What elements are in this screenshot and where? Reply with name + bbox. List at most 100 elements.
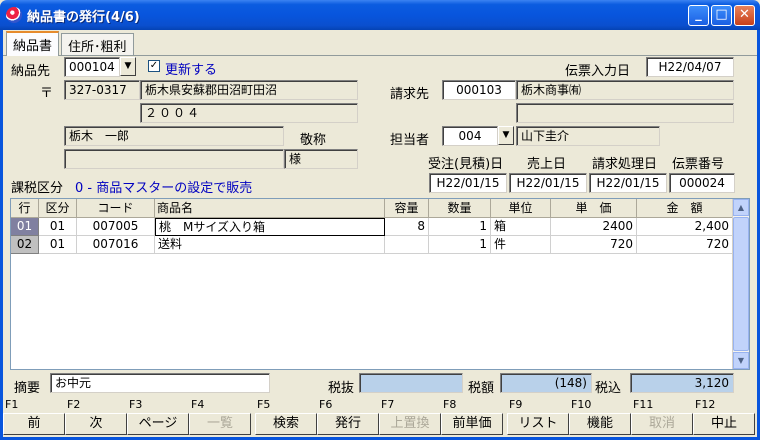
cell-kubun[interactable]: 01 [39, 236, 77, 254]
cell-qty[interactable]: 1 [429, 218, 491, 236]
fkey-cancel-button[interactable]: 取消 [631, 413, 693, 435]
sales-date-label: 売上日 [527, 157, 567, 172]
cell-price[interactable]: 720 [551, 236, 637, 254]
fkey-label: F12 [695, 398, 716, 411]
cell-unit[interactable]: 箱 [491, 218, 551, 236]
slip-no-label: 伝票番号 [672, 157, 725, 172]
billing-name2-field[interactable] [516, 103, 734, 123]
staff-dropdown-button[interactable]: ▼ [498, 126, 514, 145]
customer-extra-field[interactable] [64, 149, 284, 169]
scroll-down-button[interactable]: ▼ [733, 352, 749, 369]
customer-label: 納品先 [11, 64, 51, 79]
col-header-code[interactable]: コード [77, 199, 155, 218]
honorific-field[interactable]: 様 [284, 149, 358, 169]
pretax-label: 税抜 [328, 381, 355, 396]
memo-field[interactable]: お中元 [50, 373, 270, 393]
staff-name-field[interactable]: 山下圭介 [516, 126, 660, 146]
fkey-issue-button[interactable]: 発行 [317, 413, 379, 435]
order-date-field[interactable]: H22/01/15 [429, 173, 507, 193]
tax-field: (148) [500, 373, 592, 393]
customer-dropdown-button[interactable]: ▼ [120, 57, 136, 76]
close-button[interactable]: ✕ [734, 5, 755, 26]
cell-price[interactable]: 2400 [551, 218, 637, 236]
col-header-capacity[interactable]: 容量 [385, 199, 429, 218]
fkey-list-button[interactable]: リスト [507, 413, 569, 435]
cell-kubun[interactable]: 01 [39, 218, 77, 236]
col-header-price[interactable]: 単 価 [551, 199, 637, 218]
slip-date-label: 伝票入力日 [565, 64, 631, 79]
slip-date-field[interactable]: H22/04/07 [646, 57, 734, 77]
cell-unit[interactable]: 件 [491, 236, 551, 254]
fkey-abort-button[interactable]: 中止 [693, 413, 755, 435]
fkey-function-button[interactable]: 機能 [569, 413, 631, 435]
postal-mark: 〒 [40, 86, 54, 101]
update-label: 更新する [165, 63, 218, 78]
address1-field[interactable]: 栃木県安蘇郡田沼町田沼 [140, 80, 358, 100]
tab-address-profit[interactable]: 住所･粗利 [61, 33, 134, 55]
postal-code-field[interactable]: 327-0317 [64, 80, 140, 100]
title-bar[interactable]: 納品書の発行(4/6) _ □ ✕ [0, 0, 760, 30]
maximize-button[interactable]: □ [711, 5, 732, 26]
cell-code[interactable]: 007005 [77, 218, 155, 236]
fkey-label: F9 [509, 398, 523, 411]
cell-capacity[interactable]: 8 [385, 218, 429, 236]
fkey-list-view-button[interactable]: 一覧 [189, 413, 251, 435]
cell-amount[interactable]: 2,400 [637, 218, 733, 236]
fkey-replace-above-button[interactable]: 上置換 [379, 413, 441, 435]
staff-code-field[interactable]: 004 [442, 126, 498, 146]
total-field: 3,120 [630, 373, 734, 393]
sales-date-field[interactable]: H22/01/15 [509, 173, 587, 193]
col-header-kubun[interactable]: 区分 [39, 199, 77, 218]
window-title: 納品書の発行(4/6) [27, 10, 140, 25]
fkey-label: F5 [257, 398, 271, 411]
memo-label: 摘要 [14, 381, 41, 396]
line-items-table[interactable]: 行 区分 コード 商品名 容量 数量 単位 単 価 金 額 01 01 0070… [10, 198, 750, 370]
cell-qty[interactable]: 1 [429, 236, 491, 254]
fkey-page-button[interactable]: ページ [127, 413, 189, 435]
function-key-bar: F1 前 F2 次 F3 ページ F4 一覧 F5 検索 F6 発行 F7 上置換 F8 前単価… [3, 398, 757, 437]
fkey-label: F11 [633, 398, 654, 411]
row-number[interactable]: 01 [11, 218, 39, 236]
fkey-label: F3 [129, 398, 143, 411]
fkey-label: F10 [571, 398, 592, 411]
col-header-row[interactable]: 行 [11, 199, 39, 218]
fkey-prev-price-button[interactable]: 前単価 [441, 413, 503, 435]
update-checkbox[interactable]: ✓ [148, 60, 160, 72]
tax-class-label: 課税区分 [11, 181, 64, 196]
cell-code[interactable]: 007016 [77, 236, 155, 254]
minimize-button[interactable]: _ [688, 5, 709, 26]
col-header-unit[interactable]: 単位 [491, 199, 551, 218]
customer-code-field[interactable]: 000104 [64, 57, 120, 77]
scroll-up-button[interactable]: ▲ [733, 199, 749, 216]
cell-capacity[interactable] [385, 236, 429, 254]
col-header-qty[interactable]: 数量 [429, 199, 491, 218]
order-date-label: 受注(見積)日 [428, 157, 504, 172]
fkey-label: F4 [191, 398, 205, 411]
billing-date-field[interactable]: H22/01/15 [589, 173, 667, 193]
customer-name-field[interactable]: 栃木 一郎 [64, 126, 284, 146]
fkey-label: F1 [5, 398, 19, 411]
col-header-name[interactable]: 商品名 [155, 199, 385, 218]
billing-code-field[interactable]: 000103 [442, 80, 516, 100]
tab-delivery-note[interactable]: 納品書 [6, 31, 60, 56]
fkey-label: F8 [443, 398, 457, 411]
row-number[interactable]: 02 [11, 236, 39, 254]
col-header-amount[interactable]: 金 額 [637, 199, 733, 218]
slip-no-field[interactable]: 000024 [669, 173, 735, 193]
address2-field[interactable]: ２００４ [140, 103, 358, 123]
cell-name[interactable]: 送料 [155, 236, 385, 254]
pretax-field [359, 373, 463, 393]
table-scrollbar[interactable]: ▲ ▼ [732, 199, 749, 369]
scroll-thumb[interactable] [733, 217, 749, 351]
cell-name[interactable]: 桃 Mサイズ入り箱 [155, 218, 385, 236]
billing-name-field[interactable]: 栃木商事㈲ [516, 80, 734, 100]
cell-amount[interactable]: 720 [637, 236, 733, 254]
checkmark-icon: ✓ [149, 60, 159, 71]
fkey-label: F6 [319, 398, 333, 411]
honorific-label: 敬称 [300, 133, 327, 148]
fkey-search-button[interactable]: 検索 [255, 413, 317, 435]
tab-divider [3, 55, 757, 56]
fkey-prev-button[interactable]: 前 [3, 413, 65, 435]
tax-class-value: 0 - 商品マスターの設定で販売 [75, 181, 253, 196]
fkey-next-button[interactable]: 次 [65, 413, 127, 435]
